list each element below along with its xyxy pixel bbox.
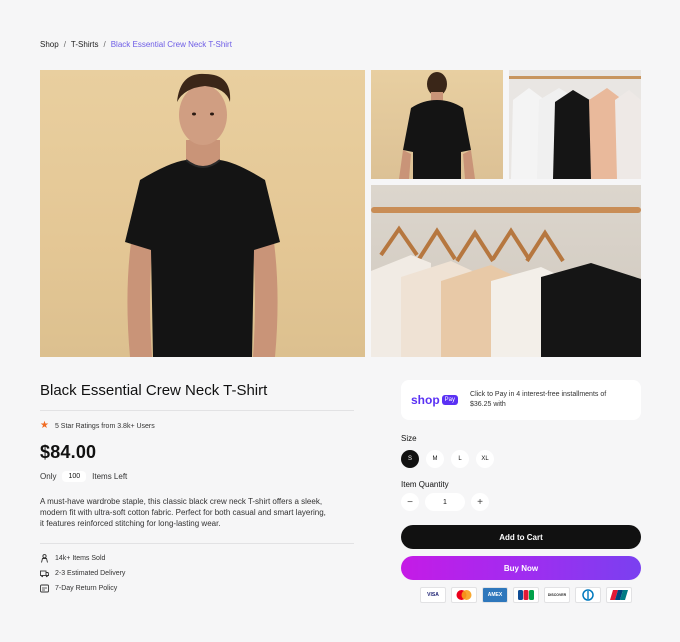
breadcrumb-separator: / [63, 40, 66, 49]
size-option-s[interactable]: S [401, 450, 419, 468]
feature-list: 14k+ Items Sold 2-3 Estimated Delivery 7… [40, 554, 125, 593]
breadcrumb-current: Black Essential Crew Neck T-Shirt [110, 40, 232, 49]
stock-suffix: Items Left [92, 472, 128, 481]
product-title: Black Essential Crew Neck T-Shirt [40, 382, 268, 399]
rating-text: 5 Star Ratings from 3.8k+ Users [54, 422, 155, 430]
rating: ★ 5 Star Ratings from 3.8k+ Users [40, 421, 155, 431]
feature-items-sold: 14k+ Items Sold [40, 554, 125, 563]
feature-label: 2-3 Estimated Delivery [55, 570, 126, 577]
divider [40, 410, 354, 411]
quantity-label: Item Quantity [401, 480, 449, 489]
size-option-xl[interactable]: XL [476, 450, 494, 468]
product-back-image[interactable] [371, 70, 503, 179]
decrement-button[interactable]: − [401, 493, 419, 511]
discover-icon: DISCOVER [544, 587, 570, 603]
stock-info: Only 100 Items Left [40, 471, 127, 482]
shoppay-banner[interactable]: shop Pay Click to Pay in 4 interest-free… [401, 380, 641, 420]
stock-prefix: Only [40, 472, 57, 481]
shoppay-brand: shop [411, 393, 440, 407]
return-icon [40, 584, 49, 593]
product-hangers-image[interactable] [371, 185, 641, 357]
feature-delivery: 2-3 Estimated Delivery [40, 569, 125, 578]
feature-label: 7-Day Return Policy [55, 585, 118, 592]
stock-count: 100 [62, 471, 87, 482]
divider [40, 543, 354, 544]
breadcrumb: Shop / T-Shirts / Black Essential Crew N… [40, 40, 232, 49]
product-rack-image[interactable] [509, 70, 641, 179]
add-to-cart-button[interactable]: Add to Cart [401, 525, 641, 549]
size-option-l[interactable]: L [451, 450, 469, 468]
shoppay-badge: Pay [441, 395, 459, 405]
product-main-image[interactable] [40, 70, 365, 357]
shoppay-text: Click to Pay in 4 interest-free installm… [470, 391, 607, 408]
unionpay-icon [606, 587, 632, 603]
product-description: A must-have wardrobe staple, this classi… [40, 497, 326, 528]
payment-methods: VISA AMEX DISCOVER [420, 587, 632, 603]
size-option-m[interactable]: M [426, 450, 444, 468]
increment-button[interactable]: + [471, 493, 489, 511]
star-icon: ★ [40, 420, 49, 431]
jcb-icon [513, 587, 539, 603]
buy-now-button[interactable]: Buy Now [401, 556, 641, 580]
quantity-value[interactable]: 1 [425, 493, 465, 511]
feature-label: 14k+ Items Sold [55, 555, 106, 562]
breadcrumb-separator: / [103, 40, 106, 49]
mastercard-icon [451, 587, 477, 603]
person-icon [40, 554, 49, 563]
truck-icon [40, 569, 49, 578]
size-selector: S M L XL [401, 450, 494, 468]
quantity-stepper: − 1 + [401, 493, 489, 511]
breadcrumb-tshirts[interactable]: T-Shirts [71, 40, 99, 49]
feature-return: 7-Day Return Policy [40, 584, 125, 593]
amex-icon: AMEX [482, 587, 508, 603]
product-price: $84.00 [40, 442, 97, 462]
visa-icon: VISA [420, 587, 446, 603]
diners-icon [575, 587, 601, 603]
size-label: Size [401, 434, 417, 443]
breadcrumb-shop[interactable]: Shop [40, 40, 59, 49]
shoppay-logo: shop Pay [411, 393, 459, 407]
